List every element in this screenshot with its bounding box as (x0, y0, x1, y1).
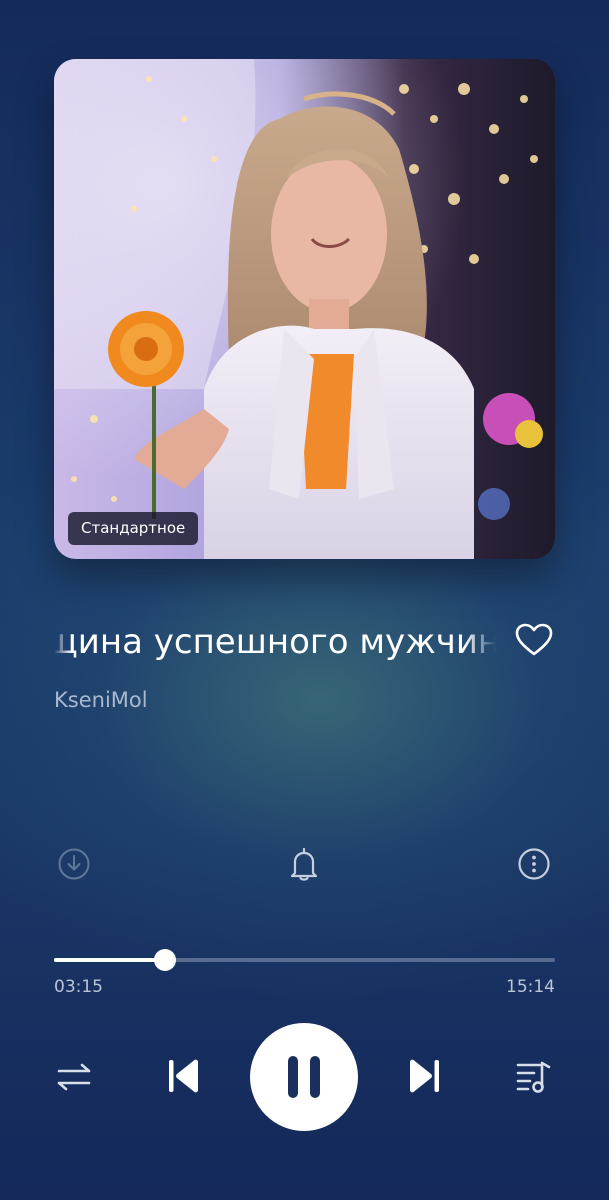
album-cover[interactable] (54, 59, 555, 559)
download-button[interactable] (57, 847, 91, 885)
track-title: Женщина успешного мужчины (54, 622, 496, 662)
progress-bar[interactable] (54, 949, 555, 971)
next-track-icon (410, 1059, 439, 1093)
track-title-marquee: Женщина успешного мужчины (54, 617, 496, 667)
repeat-mode-button[interactable] (56, 1061, 94, 1097)
total-duration: 15:14 (506, 977, 555, 997)
bell-icon (290, 847, 318, 881)
previous-button[interactable] (166, 1057, 202, 1099)
alarm-button[interactable] (287, 846, 321, 886)
repeat-order-icon (57, 1063, 91, 1091)
playlist-queue-icon (516, 1061, 551, 1093)
progress-fill (54, 958, 166, 962)
more-vertical-circle-icon (518, 848, 550, 880)
pause-icon (288, 1056, 320, 1098)
artist-name[interactable]: KseniMol (54, 688, 148, 712)
heart-icon (515, 623, 553, 656)
previous-track-icon (169, 1059, 198, 1093)
elapsed-time: 03:15 (54, 977, 103, 997)
progress-thumb[interactable] (154, 949, 177, 971)
more-options-button[interactable] (517, 847, 551, 885)
download-circle-icon (58, 848, 90, 880)
queue-button[interactable] (515, 1059, 553, 1099)
audio-quality-badge[interactable]: Стандартное (68, 512, 199, 545)
album-cover-image (54, 59, 555, 559)
like-button[interactable] (514, 622, 554, 658)
pause-button[interactable] (250, 1023, 358, 1131)
next-button[interactable] (406, 1057, 442, 1099)
